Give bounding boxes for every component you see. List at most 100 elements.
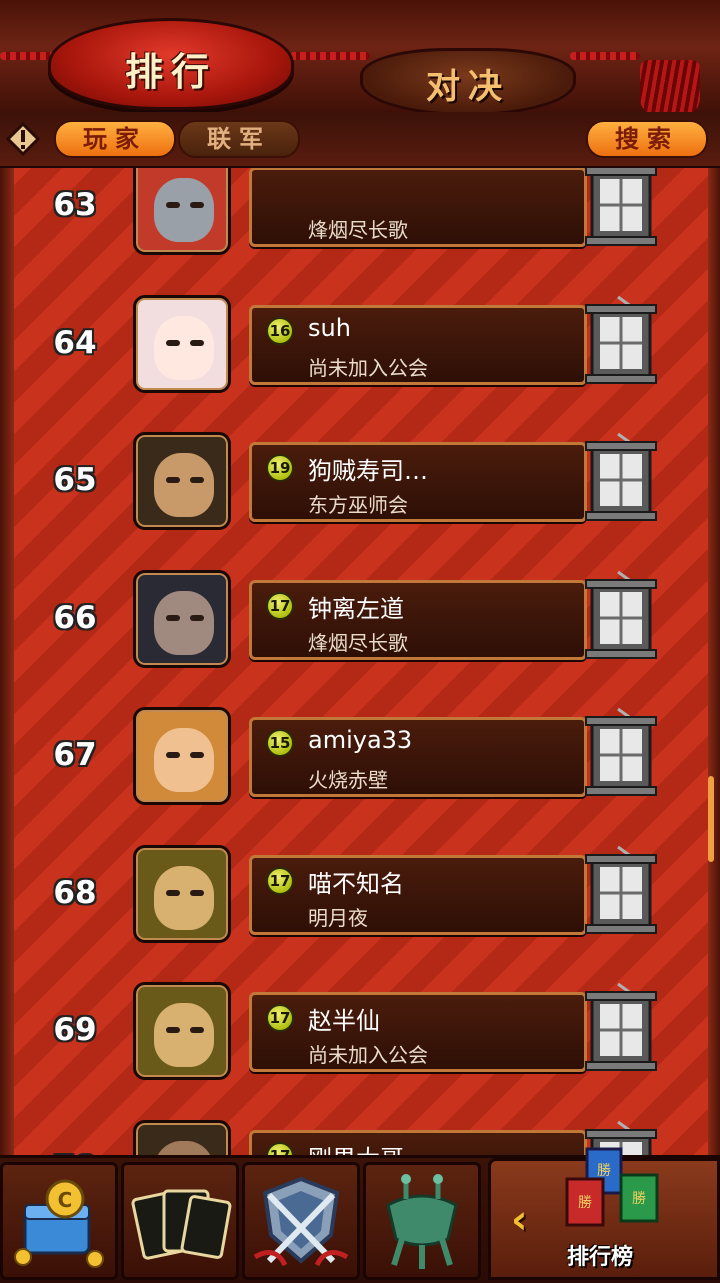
ranking-row[interactable]: 68 17 喵不知名明月夜 <box>0 844 720 955</box>
legion-tab-button[interactable]: 联军 <box>178 120 300 158</box>
player-name: 刚果大哥 <box>308 1139 404 1156</box>
player-name: suh <box>308 313 351 342</box>
rows-container: 63 烽烟尽长歌 64 16 suh 尚未加入公会 65 19 狗贼寿司… 东方巫师会 66 17 钟离… <box>0 168 720 1155</box>
avatar-face <box>154 728 214 792</box>
rank-number: 63 <box>53 187 97 223</box>
player-avatar[interactable] <box>133 294 231 393</box>
player-avatar[interactable] <box>133 982 231 1080</box>
tab-ranking[interactable]: 排行 <box>48 18 294 110</box>
avatar-face <box>154 315 214 380</box>
player-avatar[interactable] <box>133 844 231 943</box>
player-avatar[interactable] <box>133 168 231 255</box>
lantern-icon[interactable] <box>580 707 662 799</box>
avatar-eye <box>190 614 204 621</box>
level-badge: 17 <box>266 1141 294 1155</box>
avatar-eye <box>166 889 180 896</box>
avatar-face <box>154 1003 214 1067</box>
player-info-card[interactable]: 17 刚果大哥 <box>249 1129 587 1156</box>
banner-flags-icon: 勝 勝 勝 <box>565 1147 659 1227</box>
lantern-icon[interactable] <box>580 845 662 937</box>
avatar-eye <box>166 339 180 346</box>
tassel-decoration <box>640 60 700 118</box>
player-info-card[interactable]: 16 suh 尚未加入公会 <box>249 304 587 385</box>
avatar-eye <box>166 1027 180 1033</box>
rope-right <box>570 52 640 60</box>
player-avatar[interactable] <box>133 707 231 805</box>
player-info-card[interactable]: 烽烟尽长歌 <box>249 168 587 247</box>
player-info-card[interactable]: 15 amiya33 火烧赤壁 <box>249 717 587 797</box>
level-badge: 17 <box>266 866 294 895</box>
avatar-face <box>154 453 214 517</box>
tab-ranking-label: 排行 <box>124 50 217 94</box>
ranking-row[interactable]: 65 19 狗贼寿司… 东方巫师会 <box>0 432 720 542</box>
nav-cards-button[interactable] <box>121 1162 239 1280</box>
avatar-eye <box>166 477 180 483</box>
ranking-row[interactable]: 69 17 赵半仙 尚未加入公会 <box>0 982 720 1092</box>
player-name: 钟离左道 <box>308 594 404 623</box>
player-tab-button[interactable]: 玩家 <box>54 120 176 158</box>
avatar-face <box>154 1140 214 1155</box>
guild-name: 烽烟尽长歌 <box>308 630 408 655</box>
guild-name: 尚未加入公会 <box>308 1043 428 1067</box>
nav-vessel-button[interactable] <box>363 1162 481 1280</box>
search-button[interactable]: 搜索 <box>586 120 708 158</box>
guild-name: 尚未加入公会 <box>308 355 428 380</box>
ranking-row[interactable]: 63 烽烟尽长歌 <box>0 168 720 267</box>
nav-leaderboard-button[interactable]: ‹ 勝 勝 勝 排行榜 <box>488 1147 720 1280</box>
player-avatar[interactable] <box>133 569 231 668</box>
lantern-icon[interactable] <box>580 432 662 524</box>
level-badge: 19 <box>266 454 294 482</box>
avatar-eye <box>166 752 180 758</box>
level-badge: 15 <box>266 729 294 757</box>
chevron-left-icon[interactable]: ‹ <box>511 1197 527 1243</box>
lantern-icon[interactable] <box>580 295 662 387</box>
rank-number: 64 <box>53 324 97 361</box>
top-header: 排行 对决 <box>0 0 720 122</box>
nav-treasure-button[interactable]: C <box>0 1162 118 1280</box>
player-info-card[interactable]: 17 喵不知名明月夜 <box>249 854 587 935</box>
player-name: 喵不知名 <box>308 869 404 898</box>
rank-number: 66 <box>53 599 97 636</box>
level-badge: 16 <box>266 316 294 345</box>
ranking-row[interactable]: 67 15 amiya33 火烧赤壁 <box>0 707 720 817</box>
avatar-face <box>154 178 214 242</box>
ranking-row[interactable]: 66 17 钟离左道 烽烟尽长歌 <box>0 569 720 680</box>
rank-number: 68 <box>53 874 97 911</box>
guild-name: 明月夜 <box>308 905 368 930</box>
tab-duel[interactable]: 对决 <box>360 48 576 116</box>
player-avatar[interactable] <box>133 432 231 530</box>
rope-mid <box>290 52 370 60</box>
nav-pvp-button[interactable] <box>242 1162 360 1280</box>
player-info-card[interactable]: 17 钟离左道 烽烟尽长歌 <box>249 579 587 660</box>
player-info-card[interactable]: 17 赵半仙 尚未加入公会 <box>249 992 587 1072</box>
avatar-eye <box>190 339 204 346</box>
lantern-icon[interactable] <box>580 168 662 249</box>
avatar-eye <box>190 889 204 896</box>
player-name: amiya33 <box>308 726 413 754</box>
svg-text:C: C <box>58 1188 73 1212</box>
guild-name: 烽烟尽长歌 <box>308 218 408 242</box>
rank-number: 67 <box>53 737 97 773</box>
rank-number: 69 <box>53 1012 97 1048</box>
avatar-eye <box>190 752 204 758</box>
avatar-eye <box>166 202 180 208</box>
avatar-face <box>154 865 214 930</box>
ranking-row[interactable]: 64 16 suh 尚未加入公会 <box>0 294 720 405</box>
player-avatar[interactable] <box>133 1119 231 1155</box>
pvp-shield-icon <box>253 1176 349 1267</box>
tab-duel-label: 对决 <box>426 67 510 107</box>
cards-icon <box>131 1189 232 1260</box>
player-name: 狗贼寿司… <box>308 457 428 485</box>
svg-text:勝: 勝 <box>578 1195 592 1211</box>
bronze-vessel-icon <box>386 1174 458 1269</box>
svg-text:勝: 勝 <box>597 1163 611 1179</box>
warning-icon[interactable] <box>6 122 40 156</box>
guild-name: 火烧赤壁 <box>308 768 388 792</box>
avatar-eye <box>190 1027 204 1033</box>
avatar-face <box>154 590 214 655</box>
lantern-icon[interactable] <box>580 982 662 1074</box>
player-info-card[interactable]: 19 狗贼寿司… 东方巫师会 <box>249 442 587 522</box>
lantern-icon[interactable] <box>580 570 662 662</box>
treasure-icon: C <box>14 1179 104 1268</box>
guild-name: 东方巫师会 <box>308 493 408 517</box>
